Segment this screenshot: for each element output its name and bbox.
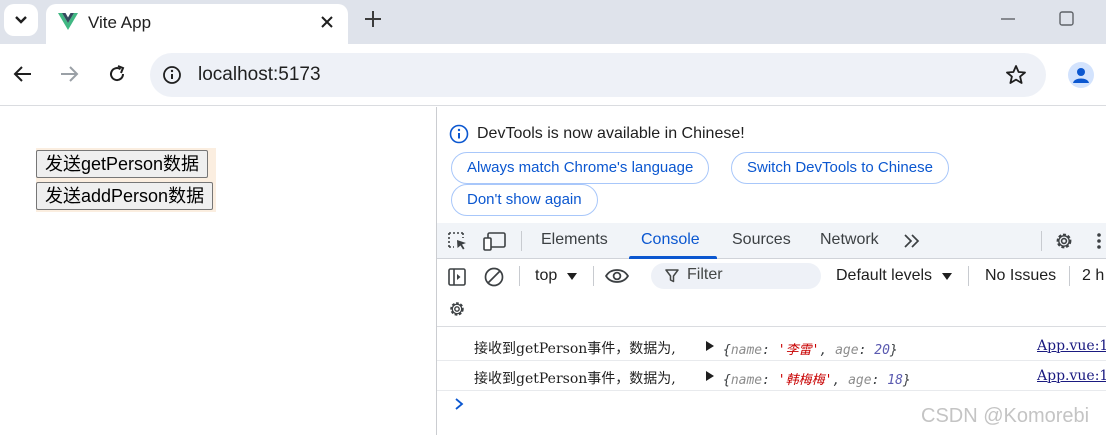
console-filter-input[interactable]: Filter: [651, 263, 821, 289]
send-addperson-button[interactable]: 发送addPerson数据: [36, 182, 214, 210]
log-source-link[interactable]: App.vue:1: [1037, 338, 1106, 354]
new-tab-button[interactable]: [360, 6, 386, 32]
watermark: CSDN @Komorebi: [921, 405, 1090, 427]
dont-show-again-button[interactable]: Don't show again: [451, 184, 598, 216]
separator: [968, 266, 969, 286]
arrow-left-icon: [13, 66, 31, 82]
devtools-language-infobar: DevTools is now available in Chinese! Al…: [437, 107, 1106, 223]
send-getperson-button[interactable]: 发送getPerson数据: [36, 150, 209, 178]
device-toolbar-icon[interactable]: [483, 231, 507, 251]
log-source-link[interactable]: App.vue:1: [1037, 368, 1106, 384]
browser-toolbar: localhost:5173: [0, 44, 1106, 106]
tab-title: Vite App: [88, 13, 152, 32]
web-page: 发送getPerson数据 发送addPerson数据: [0, 107, 436, 435]
separator: [593, 266, 594, 286]
context-selector[interactable]: top: [535, 267, 557, 285]
minimize-window-button[interactable]: [998, 8, 1018, 28]
filter-icon: [665, 269, 679, 283]
log-object-preview[interactable]: {name: '韩梅梅', age: 18}: [723, 369, 911, 388]
switch-to-chinese-button[interactable]: Switch DevTools to Chinese: [731, 152, 949, 184]
separator: [1041, 231, 1042, 251]
forward-button[interactable]: [56, 61, 82, 87]
vue-logo-icon: [58, 13, 78, 30]
hidden-messages-count: 2 h: [1082, 267, 1105, 284]
console-toolbar: top Filter Default levels No Issues 2 h: [437, 259, 1106, 293]
dropdown-triangle-icon: [567, 273, 577, 280]
separator: [519, 266, 520, 286]
back-button[interactable]: [10, 61, 36, 87]
eye-icon[interactable]: [605, 267, 629, 285]
more-options-icon[interactable]: [1095, 231, 1103, 251]
close-tab-button[interactable]: [314, 9, 340, 35]
site-info-icon[interactable]: [162, 65, 182, 85]
settings-gear-icon[interactable]: [1053, 230, 1075, 252]
console-settings-row: [437, 293, 1106, 327]
separator: [1069, 266, 1070, 286]
arrow-right-icon: [61, 66, 79, 82]
tab-elements[interactable]: Elements: [541, 231, 608, 249]
browser-tab-strip: Vite App: [0, 0, 1106, 44]
console-log-row: 接收到getPerson事件，数据为, {name: '李雷', age: 20…: [437, 331, 1106, 361]
expand-triangle-icon[interactable]: [705, 341, 715, 351]
info-icon: [449, 124, 469, 144]
more-tabs-icon[interactable]: [903, 233, 921, 249]
inspect-element-icon[interactable]: [447, 231, 469, 251]
chevron-down-icon: [15, 16, 27, 24]
reload-button[interactable]: [104, 61, 130, 87]
log-message: 接收到getPerson事件，数据为,: [474, 371, 676, 387]
tab-search-button[interactable]: [4, 4, 38, 36]
tab-console[interactable]: Console: [641, 231, 700, 249]
dropdown-triangle-icon: [942, 273, 952, 280]
maximize-window-button[interactable]: [1058, 10, 1076, 28]
devtools-panel: DevTools is now available in Chinese! Al…: [436, 107, 1106, 435]
sidebar-toggle-icon[interactable]: [447, 267, 467, 287]
address-bar[interactable]: localhost:5173: [150, 53, 1046, 97]
devtools-tab-bar: Elements Console Sources Network: [437, 223, 1106, 259]
plus-icon: [365, 11, 381, 27]
clear-console-icon[interactable]: [483, 266, 505, 288]
always-match-language-button[interactable]: Always match Chrome's language: [451, 152, 710, 184]
tab-sources[interactable]: Sources: [732, 231, 791, 249]
console-prompt-chevron-icon[interactable]: [453, 397, 465, 411]
person-icon: [1073, 68, 1089, 83]
console-log-row: 接收到getPerson事件，数据为, {name: '韩梅梅', age: 1…: [437, 361, 1106, 391]
issues-counter[interactable]: No Issues: [985, 267, 1056, 285]
infobar-message: DevTools is now available in Chinese!: [477, 125, 745, 142]
expand-triangle-icon[interactable]: [705, 371, 715, 381]
browser-tab[interactable]: Vite App: [46, 4, 348, 44]
close-icon: [321, 16, 333, 28]
url-text[interactable]: localhost:5173: [198, 64, 321, 86]
log-levels-dropdown[interactable]: Default levels: [836, 267, 932, 285]
separator: [521, 231, 522, 251]
reload-icon: [110, 65, 125, 82]
filter-placeholder: Filter: [687, 266, 723, 283]
tab-network[interactable]: Network: [820, 231, 879, 249]
profile-avatar[interactable]: [1068, 62, 1094, 88]
log-message: 接收到getPerson事件，数据为,: [474, 341, 676, 357]
log-object-preview[interactable]: {name: '李雷', age: 20}: [723, 339, 898, 358]
console-settings-gear-icon[interactable]: [447, 299, 467, 319]
bookmark-star-icon[interactable]: [1004, 63, 1028, 87]
